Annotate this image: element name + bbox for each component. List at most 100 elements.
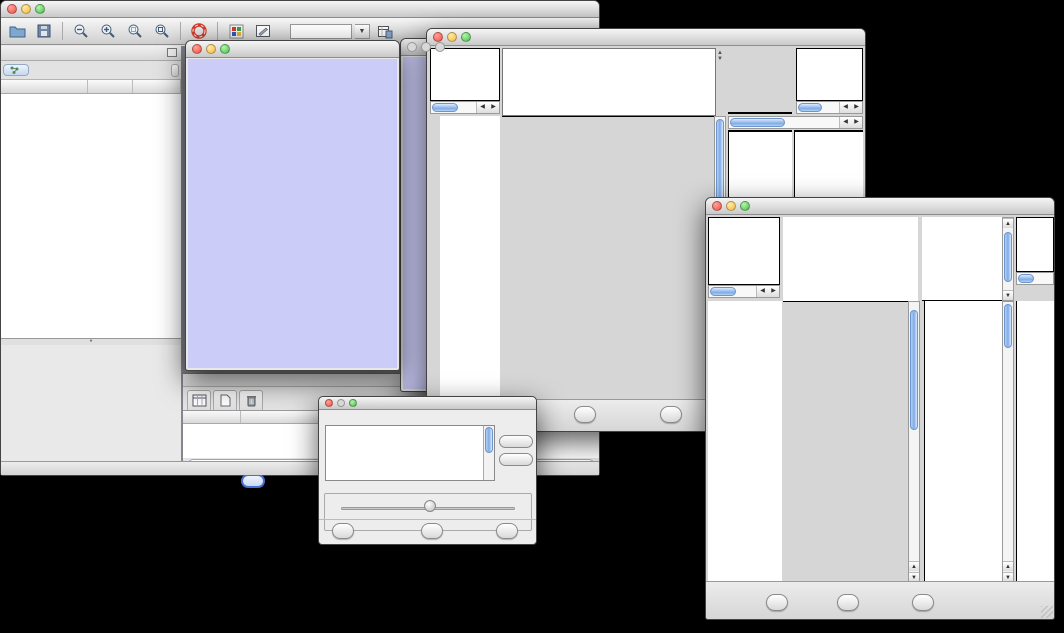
col-network[interactable] — [1, 80, 88, 93]
minimize-icon[interactable] — [337, 399, 345, 407]
main-titlebar[interactable] — [1, 1, 599, 18]
zoom-window-icon[interactable] — [35, 4, 45, 14]
net1-titlebar[interactable] — [186, 41, 399, 58]
attribute-listbox[interactable]: ▲ ▼ — [325, 425, 495, 481]
col-edges[interactable] — [133, 80, 181, 93]
slider-knob[interactable] — [424, 500, 436, 512]
scrollbar-thumb[interactable] — [1018, 274, 1034, 283]
tv1-global-overview-strip[interactable] — [430, 116, 438, 399]
minimize-icon[interactable] — [21, 4, 31, 14]
tv1-row-dendrogram[interactable] — [440, 116, 500, 399]
zoom-fit-icon[interactable] — [150, 20, 174, 42]
scrollbar-thumb[interactable] — [730, 118, 785, 127]
move-up-button[interactable] — [499, 435, 533, 448]
save-session-button[interactable] — [32, 20, 56, 42]
minimize-icon[interactable] — [726, 201, 736, 211]
tab-vizmapper[interactable] — [30, 69, 42, 71]
close-icon[interactable] — [433, 32, 443, 42]
scroll-right-icon[interactable]: ▶ — [488, 102, 499, 113]
close-icon[interactable] — [712, 201, 722, 211]
col-id[interactable] — [183, 411, 241, 423]
tab-network[interactable] — [3, 64, 29, 76]
export-graphics-button[interactable] — [574, 406, 596, 423]
tv2-row-dendrogram[interactable] — [708, 301, 782, 583]
scrollbar-thumb[interactable] — [716, 119, 724, 207]
zoom-window-icon[interactable] — [349, 399, 357, 407]
close-icon[interactable] — [325, 399, 333, 407]
tv1-dendrogram-arrows[interactable]: ▲▼ — [716, 50, 724, 62]
help-icon[interactable] — [187, 20, 211, 42]
new-attribute-icon[interactable] — [213, 390, 237, 410]
tv1-titlebar[interactable] — [427, 29, 865, 46]
scroll-down-icon[interactable]: ▼ — [1003, 290, 1013, 300]
zoom-selected-icon[interactable] — [123, 20, 147, 42]
delete-attribute-icon[interactable] — [239, 390, 263, 410]
vizmapper-icon[interactable] — [224, 20, 248, 42]
scroll-right-icon[interactable]: ▶ — [851, 117, 862, 128]
search-input[interactable] — [290, 24, 352, 39]
zoom-out-icon[interactable] — [69, 20, 93, 42]
network-view-1[interactable] — [188, 59, 397, 368]
minimize-icon[interactable] — [447, 32, 457, 42]
attribute-select-icon[interactable] — [187, 390, 211, 410]
scroll-up-icon[interactable]: ▲ — [909, 561, 919, 571]
close-icon[interactable] — [192, 44, 202, 54]
attribute-list-vscrollbar[interactable]: ▲ ▼ — [483, 426, 494, 480]
tv1-zoom-hscrollbar[interactable]: ◀▶ — [728, 116, 863, 129]
annotation-icon[interactable] — [251, 20, 275, 42]
zoom-window-icon[interactable] — [435, 42, 445, 52]
scrollbar-thumb[interactable] — [485, 427, 493, 453]
tv2-zoom-panel[interactable] — [924, 301, 1003, 583]
move-down-button[interactable] — [499, 453, 533, 466]
create-vizmap-button[interactable] — [421, 523, 443, 539]
scrollbar-thumb[interactable] — [1004, 304, 1012, 348]
scrollbar-thumb[interactable] — [432, 103, 458, 112]
tv2-hints-hscrollbar[interactable] — [1016, 272, 1054, 285]
scrollbar-thumb[interactable] — [798, 103, 822, 112]
close-icon[interactable] — [7, 4, 17, 14]
search-dropdown-icon[interactable]: ▼ — [355, 24, 370, 39]
tv2-status-hscrollbar[interactable]: ◀▶ — [708, 285, 780, 298]
tv2-heatmap-vscrollbar[interactable]: ▲ ▼ — [908, 301, 920, 583]
close-icon[interactable] — [407, 42, 417, 52]
network-canvas-1[interactable] — [188, 59, 397, 368]
node-attribute-browser-tab[interactable] — [241, 474, 265, 488]
tv1-heatmap[interactable] — [502, 116, 714, 400]
scroll-up-icon[interactable]: ▲ — [1003, 218, 1013, 228]
scroll-right-icon[interactable]: ▶ — [851, 102, 862, 113]
settings-button[interactable] — [766, 594, 788, 611]
table-import-icon[interactable] — [373, 20, 397, 42]
tv2-zoom-vscrollbar[interactable]: ▲ ▼ — [1002, 301, 1014, 583]
done-button[interactable] — [496, 523, 518, 539]
export-graphics-button[interactable] — [912, 594, 934, 611]
save-data-button[interactable] — [837, 594, 859, 611]
zoom-window-icon[interactable] — [220, 44, 230, 54]
scroll-left-icon[interactable]: ◀ — [757, 286, 768, 297]
tv1-hints-hscrollbar[interactable]: ◀▶ — [796, 101, 863, 114]
tv2-heatmap[interactable] — [784, 301, 906, 583]
tab-overflow-button[interactable] — [171, 64, 179, 77]
scroll-left-icon[interactable]: ◀ — [477, 102, 488, 113]
zoom-window-icon[interactable] — [740, 201, 750, 211]
scroll-up-icon[interactable]: ▲ — [1003, 561, 1013, 571]
tv1-column-dendrogram[interactable] — [502, 48, 716, 116]
zoom-window-icon[interactable] — [461, 32, 471, 42]
scrollbar-thumb[interactable] — [910, 310, 918, 430]
scrollbar-thumb[interactable] — [1004, 232, 1012, 282]
open-session-button[interactable] — [5, 20, 29, 42]
resize-grip[interactable] — [1041, 606, 1053, 618]
tv2-labels-vscrollbar[interactable]: ▲ ▼ — [1002, 217, 1014, 301]
tv2-titlebar[interactable] — [706, 198, 1054, 215]
animate-vizmap-button[interactable] — [332, 523, 354, 539]
scrollbar-thumb[interactable] — [710, 287, 736, 296]
tv1-status-hscrollbar[interactable]: ◀▶ — [430, 101, 500, 114]
zoom-in-icon[interactable] — [96, 20, 120, 42]
float-panel-icon[interactable] — [167, 48, 177, 57]
col-nodes[interactable] — [88, 80, 133, 93]
panel-split-handle[interactable]: ● — [1, 339, 181, 345]
scroll-right-icon[interactable]: ▶ — [768, 286, 779, 297]
minimize-icon[interactable] — [421, 42, 431, 52]
dialog-titlebar[interactable] — [319, 397, 536, 410]
minimize-icon[interactable] — [206, 44, 216, 54]
scroll-left-icon[interactable]: ◀ — [840, 117, 851, 128]
